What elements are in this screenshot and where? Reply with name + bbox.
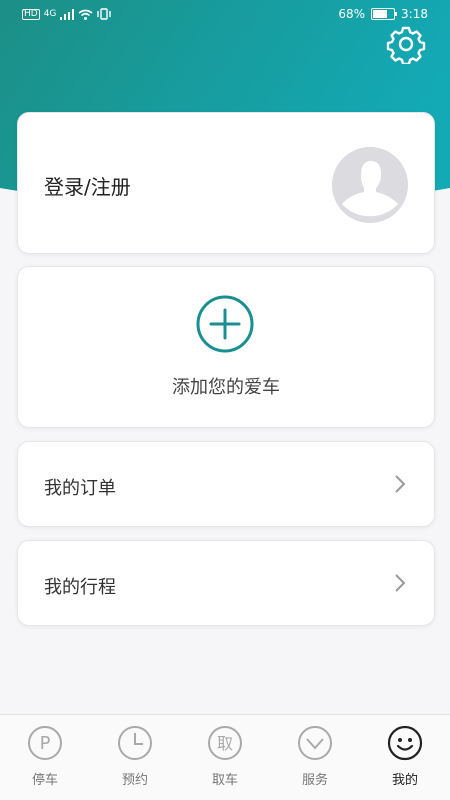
my-trips-label: 我的行程 xyxy=(44,577,116,598)
status-left: HD 4G xyxy=(22,8,112,20)
tab-parking[interactable]: P 停车 xyxy=(5,725,85,788)
network-type: HD xyxy=(22,8,40,20)
tab-service[interactable]: 服务 xyxy=(275,725,355,788)
tab-reserve[interactable]: 预约 xyxy=(95,725,175,788)
battery-percent: 68% xyxy=(338,7,366,21)
smiley-icon xyxy=(387,725,423,761)
tab-label: 我的 xyxy=(391,773,418,788)
status-right: 68% 3:18 xyxy=(338,7,428,21)
signal-type: 4G xyxy=(43,9,57,19)
svg-text:取: 取 xyxy=(217,734,233,753)
tab-label: 停车 xyxy=(31,773,58,788)
tab-label: 服务 xyxy=(301,773,328,788)
clock-icon xyxy=(118,726,152,760)
my-orders-row[interactable]: 我的订单 xyxy=(17,441,435,527)
battery-icon xyxy=(371,8,398,20)
chevron-right-icon xyxy=(395,475,406,493)
screen: HD 4G 68% 3:18 登录/注册 添加您的爱车 我的订单 我的行程 P … xyxy=(0,0,450,800)
chevron-right-icon xyxy=(395,574,406,592)
parking-icon: P xyxy=(28,726,62,760)
add-car-card[interactable]: 添加您的爱车 xyxy=(17,266,435,428)
my-orders-label: 我的订单 xyxy=(44,478,116,499)
status-bar: HD 4G 68% 3:18 xyxy=(0,0,450,30)
svg-text:P: P xyxy=(40,733,51,754)
add-car-label: 添加您的爱车 xyxy=(172,377,280,398)
pickup-icon: 取 xyxy=(208,726,242,760)
signal-bars-icon xyxy=(60,8,75,20)
login-register-label[interactable]: 登录/注册 xyxy=(44,171,131,200)
tab-mine[interactable]: 我的 xyxy=(365,725,445,788)
default-avatar-icon[interactable] xyxy=(332,147,408,223)
gear-icon[interactable] xyxy=(386,24,426,64)
tab-label: 预约 xyxy=(121,773,148,788)
bottom-tab-bar: P 停车 预约 取 取车 服务 我的 xyxy=(0,714,450,800)
plus-circle-icon[interactable] xyxy=(196,295,254,353)
login-card[interactable]: 登录/注册 xyxy=(17,112,435,254)
clock-time: 3:18 xyxy=(401,7,428,21)
tab-pickup[interactable]: 取 取车 xyxy=(185,725,265,788)
vibrate-icon xyxy=(97,8,112,20)
battery-level xyxy=(373,10,387,18)
wifi-icon xyxy=(78,9,93,20)
tab-label: 取车 xyxy=(211,773,238,788)
chevron-down-circle-icon xyxy=(298,726,332,760)
my-trips-row[interactable]: 我的行程 xyxy=(17,540,435,626)
